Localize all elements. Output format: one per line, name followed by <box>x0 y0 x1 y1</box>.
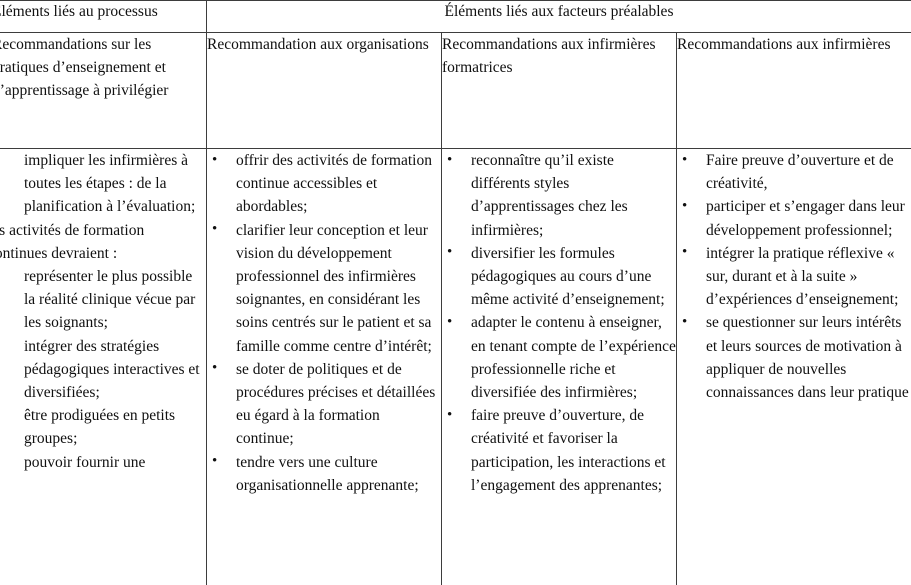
recommendation-list: impliquer les infirmières à toutes les é… <box>0 149 206 219</box>
list-item: se doter de politiques et de procédures … <box>207 357 441 451</box>
list-item: reconnaître qu’il existe différents styl… <box>442 149 676 242</box>
list-item: tendre vers une culture organisationnell… <box>207 450 441 497</box>
recommendation-list: représenter le plus possible la réalité … <box>0 265 206 474</box>
list-item: clarifier leur conception et leur vision… <box>207 218 441 358</box>
recommendation-list: reconnaître qu’il existe différents styl… <box>442 149 676 497</box>
list-item: Faire preuve d’ouverture et de créativit… <box>677 148 911 195</box>
cell-content: impliquer les infirmières à toutes les é… <box>0 149 206 474</box>
list-item: diversifier les formules pédagogiques au… <box>442 241 676 312</box>
document-page: Éléments liés au processus Éléments liés… <box>0 0 911 585</box>
intertitle-paragraph: les activités de formation continues dev… <box>0 221 145 262</box>
list-item: se questionner sur leurs intérêts et leu… <box>677 311 911 404</box>
recommendation-list: Faire preuve d’ouverture et de créativit… <box>677 148 911 404</box>
cell-content: Faire preuve d’ouverture et de créativit… <box>677 148 911 404</box>
recommendations-table: Éléments liés au processus Éléments liés… <box>0 0 911 585</box>
group-header-facteurs-prealables: Éléments liés aux facteurs préalables <box>206 0 911 33</box>
list-item: représenter le plus possible la réalité … <box>0 265 206 335</box>
recommendation-list: offrir des activités de formation contin… <box>207 149 441 497</box>
list-item: intégrer la pratique réflexive « sur, du… <box>677 241 911 312</box>
column-header-pratiques-enseignement: Recommandations sur les pratiques d’ense… <box>0 32 207 149</box>
list-item: faire preuve d’ouverture, de créativité … <box>442 404 676 497</box>
list-item: être prodiguées en petits groupes; <box>0 404 206 450</box>
list-item: pouvoir fournir une <box>0 451 206 474</box>
cell-infirmieres: Faire preuve d’ouverture et de créativit… <box>676 148 911 585</box>
column-header-organisations: Recommandation aux organisations <box>206 32 442 149</box>
cell-organisations: offrir des activités de formation contin… <box>206 148 442 585</box>
cell-content: reconnaître qu’il existe différents styl… <box>442 149 676 497</box>
table-group-header-row: Éléments liés au processus Éléments liés… <box>0 0 911 33</box>
cell-pratiques-enseignement: impliquer les infirmières à toutes les é… <box>0 148 207 585</box>
list-item: intégrer des stratégies pédagogiques int… <box>0 335 206 405</box>
table-column-header-row: Recommandations sur les pratiques d’ense… <box>0 32 911 149</box>
list-item: impliquer les infirmières à toutes les é… <box>0 149 206 219</box>
list-item: adapter le contenu à enseigner, en tenan… <box>442 311 676 404</box>
group-header-processus: Éléments liés au processus <box>0 0 207 33</box>
list-item: offrir des activités de formation contin… <box>207 149 441 219</box>
column-header-infirmieres-formatrices: Recommandations aux infirmières formatri… <box>441 32 677 149</box>
column-header-infirmieres: Recommandations aux infirmières <box>676 32 911 149</box>
table-body-row: impliquer les infirmières à toutes les é… <box>0 148 911 585</box>
list-item: participer et s’engager dans leur dévelo… <box>677 195 911 241</box>
cell-infirmieres-formatrices: reconnaître qu’il existe différents styl… <box>441 148 677 585</box>
cell-content: offrir des activités de formation contin… <box>207 149 441 497</box>
